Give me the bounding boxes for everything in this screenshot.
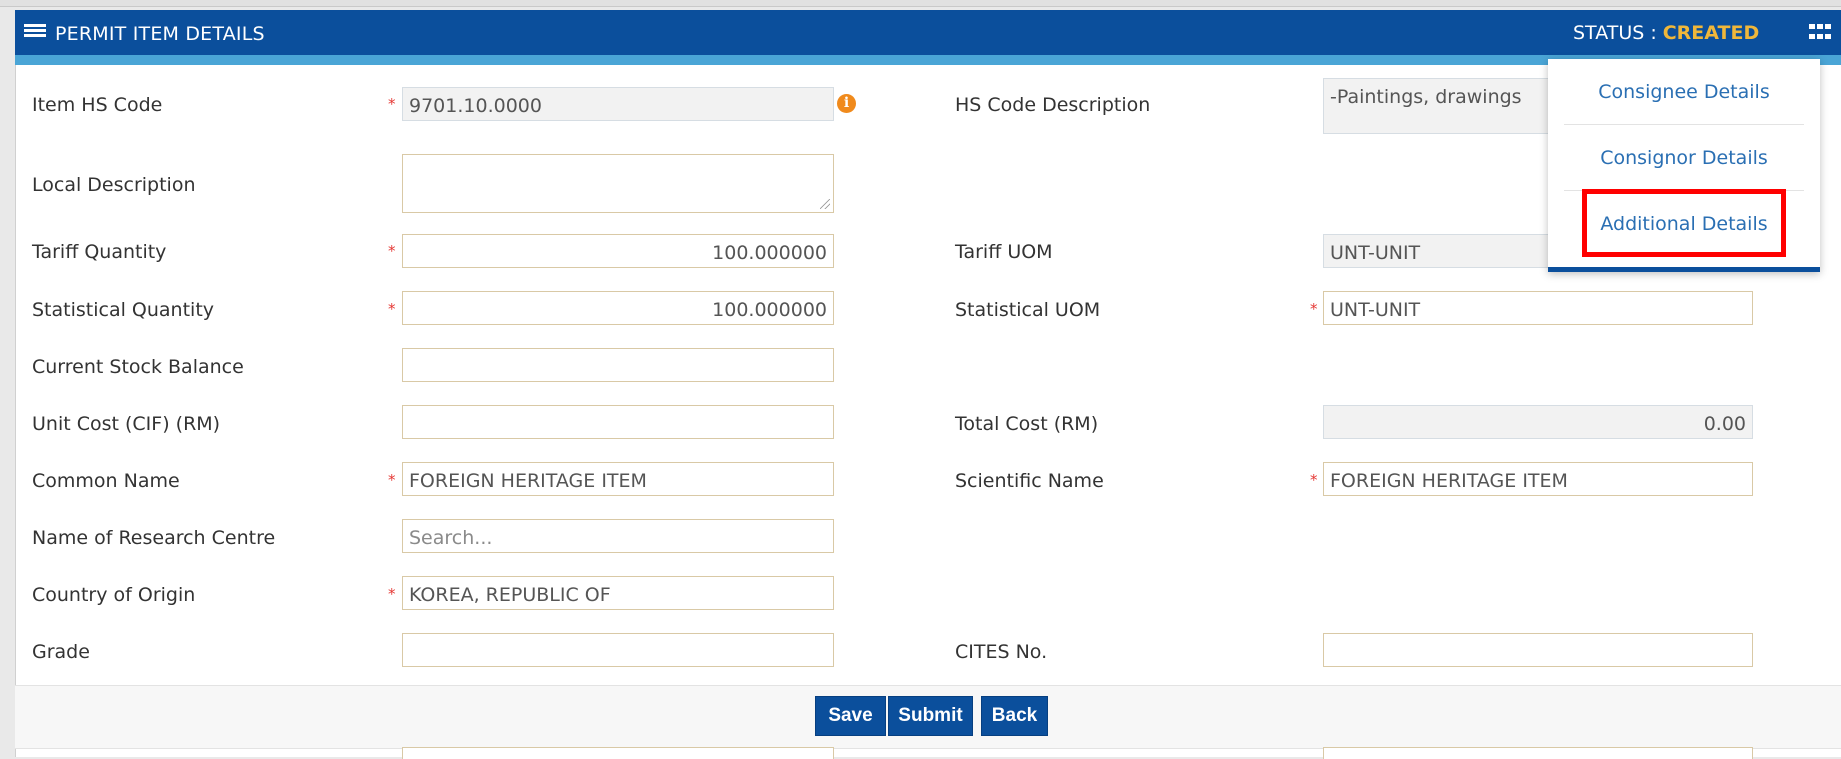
total-cost-field[interactable]: 0.00 bbox=[1323, 405, 1753, 439]
partial-field[interactable] bbox=[1323, 747, 1753, 759]
common-name-field[interactable]: FOREIGN HERITAGE ITEM bbox=[402, 462, 834, 496]
item-hs-code-field[interactable]: 9701.10.0000 bbox=[402, 87, 834, 121]
research-centre-label: Name of Research Centre bbox=[32, 527, 276, 549]
statistical-quantity-label: Statistical Quantity bbox=[32, 299, 215, 321]
menu-item-consignor-details[interactable]: Consignor Details bbox=[1564, 125, 1804, 191]
current-stock-balance-label: Current Stock Balance bbox=[32, 356, 244, 378]
info-icon[interactable]: i bbox=[837, 94, 856, 113]
back-button[interactable]: Back bbox=[981, 696, 1048, 736]
status-label: STATUS : bbox=[1573, 22, 1657, 44]
partial-field[interactable] bbox=[402, 747, 834, 759]
unit-cost-label: Unit Cost (CIF) (RM) bbox=[32, 413, 221, 435]
country-of-origin-label: Country of Origin bbox=[32, 584, 196, 606]
required-marker: * bbox=[388, 300, 396, 318]
cites-no-field[interactable] bbox=[1323, 633, 1753, 667]
grade-label: Grade bbox=[32, 641, 90, 663]
current-stock-balance-field[interactable] bbox=[402, 348, 834, 382]
required-marker: * bbox=[388, 471, 396, 489]
menu-icon[interactable] bbox=[24, 24, 46, 42]
required-marker: * bbox=[1310, 471, 1318, 489]
scientific-name-label: Scientific Name bbox=[955, 470, 1104, 492]
panel-title: PERMIT ITEM DETAILS bbox=[55, 23, 265, 45]
total-cost-label: Total Cost (RM) bbox=[955, 413, 1099, 435]
status-indicator: STATUS : CREATED bbox=[1573, 22, 1759, 44]
resize-grip-icon[interactable] bbox=[820, 199, 830, 209]
statistical-uom-field[interactable]: UNT-UNIT bbox=[1323, 291, 1753, 325]
statistical-uom-label: Statistical UOM bbox=[955, 299, 1101, 321]
panel-header: PERMIT ITEM DETAILS STATUS : CREATED bbox=[15, 10, 1841, 65]
submit-button[interactable]: Submit bbox=[888, 696, 973, 736]
grid-icon[interactable] bbox=[1809, 24, 1832, 42]
save-button[interactable]: Save bbox=[815, 696, 886, 736]
local-description-textarea[interactable] bbox=[402, 154, 834, 213]
tariff-quantity-field[interactable]: 100.000000 bbox=[402, 234, 834, 268]
required-marker: * bbox=[388, 242, 396, 260]
common-name-label: Common Name bbox=[32, 470, 180, 492]
required-marker: * bbox=[1310, 300, 1318, 318]
tariff-uom-label: Tariff UOM bbox=[955, 241, 1053, 263]
statistical-quantity-field[interactable]: 100.000000 bbox=[402, 291, 834, 325]
item-hs-code-label: Item HS Code bbox=[32, 94, 163, 116]
scientific-name-field[interactable]: FOREIGN HERITAGE ITEM bbox=[1323, 462, 1753, 496]
status-value: CREATED bbox=[1662, 22, 1760, 44]
local-description-label: Local Description bbox=[32, 174, 196, 196]
country-of-origin-field[interactable]: KOREA, REPUBLIC OF bbox=[402, 576, 834, 610]
top-border bbox=[0, 0, 1841, 7]
grade-field[interactable] bbox=[402, 633, 834, 667]
required-marker: * bbox=[388, 585, 396, 603]
unit-cost-field[interactable] bbox=[402, 405, 834, 439]
research-centre-search-input[interactable]: Search... bbox=[402, 519, 834, 553]
hs-code-description-label: HS Code Description bbox=[955, 94, 1151, 116]
tariff-quantity-label: Tariff Quantity bbox=[32, 241, 167, 263]
cites-no-label: CITES No. bbox=[955, 641, 1048, 663]
menu-item-consignee-details[interactable]: Consignee Details bbox=[1564, 59, 1804, 125]
required-marker: * bbox=[388, 95, 396, 113]
highlight-box bbox=[1582, 189, 1786, 257]
